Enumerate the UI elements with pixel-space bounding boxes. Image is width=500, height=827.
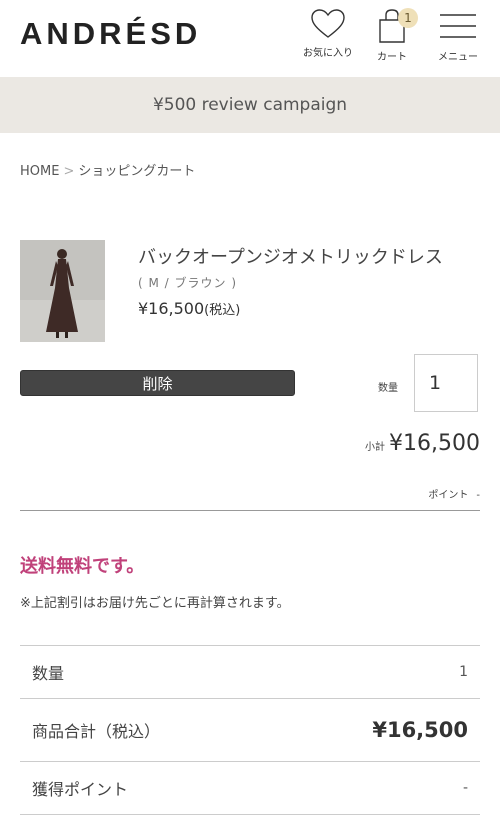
summary-value: 1 xyxy=(459,664,468,680)
favorites-label: お気に入り xyxy=(303,48,353,59)
cart-button[interactable]: 1 カート xyxy=(362,8,422,63)
summary-value: ¥16,500 xyxy=(372,718,468,742)
summary-row-points: 獲得ポイント - xyxy=(20,761,480,815)
order-summary: 数量 1 商品合計（税込） ¥16,500 獲得ポイント - xyxy=(20,645,480,815)
product-price: ¥16,500(税込) xyxy=(138,299,240,318)
cart-count-badge: 1 xyxy=(398,8,418,28)
breadcrumb-separator: > xyxy=(63,164,75,179)
breadcrumb-current: ショッピングカート xyxy=(78,164,196,179)
tax-note: (税込) xyxy=(204,303,241,318)
breadcrumb: HOME > ショッピングカート xyxy=(20,160,195,179)
item-points: ポイント - xyxy=(428,486,480,501)
heart-icon xyxy=(311,9,345,38)
quantity-input[interactable]: 1 xyxy=(414,354,478,412)
divider xyxy=(20,510,480,511)
summary-row-total: 商品合計（税込） ¥16,500 xyxy=(20,698,480,761)
item-subtotal: 小計 ¥16,500 xyxy=(365,431,480,456)
menu-button[interactable]: メニュー xyxy=(428,8,488,63)
subtotal-label: 小計 xyxy=(365,442,386,453)
cart-label: カート xyxy=(377,52,407,63)
delete-button[interactable]: 削除 xyxy=(20,370,295,396)
product-price-value: ¥16,500 xyxy=(138,299,205,318)
subtotal-value: ¥16,500 xyxy=(389,431,480,456)
points-value: - xyxy=(476,490,480,501)
summary-label: 数量 xyxy=(32,664,65,683)
product-variant: ( M / ブラウン ) xyxy=(138,276,238,290)
points-label: ポイント xyxy=(428,490,469,501)
breadcrumb-home[interactable]: HOME xyxy=(20,164,59,179)
summary-row-quantity: 数量 1 xyxy=(20,645,480,698)
menu-label: メニュー xyxy=(438,52,478,63)
discount-note: ※上記割引はお届け先ごとに再計算されます。 xyxy=(20,596,290,611)
quantity-label: 数量 xyxy=(378,383,398,394)
hamburger-menu-icon xyxy=(440,14,476,38)
brand-logo[interactable]: ANDRÉSD xyxy=(20,14,201,54)
favorites-button[interactable]: お気に入り xyxy=(298,8,358,59)
summary-label: 獲得ポイント xyxy=(32,780,129,799)
summary-value: - xyxy=(462,780,468,796)
product-photo xyxy=(20,240,105,342)
product-name[interactable]: バックオープンジオメトリックドレス xyxy=(138,243,443,269)
campaign-banner[interactable]: ¥500 review campaign xyxy=(0,77,500,133)
summary-label: 商品合計（税込） xyxy=(32,722,161,741)
product-thumbnail[interactable] xyxy=(20,240,105,342)
free-shipping-message: 送料無料です。 xyxy=(20,556,145,577)
